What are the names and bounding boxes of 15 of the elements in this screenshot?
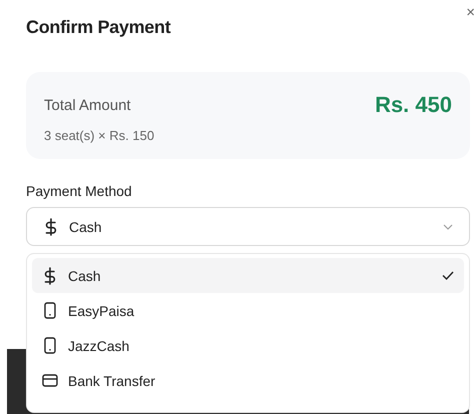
dropdown-option[interactable]: Cash (32, 258, 464, 293)
chevron-down-icon (443, 224, 453, 230)
phone-icon (42, 302, 58, 319)
payment-method-select[interactable]: Cash (26, 207, 470, 246)
dollar-icon (43, 218, 59, 236)
close-button[interactable]: × (466, 4, 475, 21)
dialog-title: Confirm Payment (26, 17, 171, 38)
total-label: Total Amount (44, 96, 131, 114)
price-breakdown: 3 seat(s) × Rs. 150 (44, 128, 156, 143)
dollar-icon (42, 266, 58, 284)
credit-card-icon (42, 374, 58, 387)
phone-icon (42, 337, 58, 354)
checkmark-icon (442, 271, 454, 280)
total-amount: Rs. 450 (374, 92, 452, 118)
field-label: Payment Method (26, 183, 133, 199)
